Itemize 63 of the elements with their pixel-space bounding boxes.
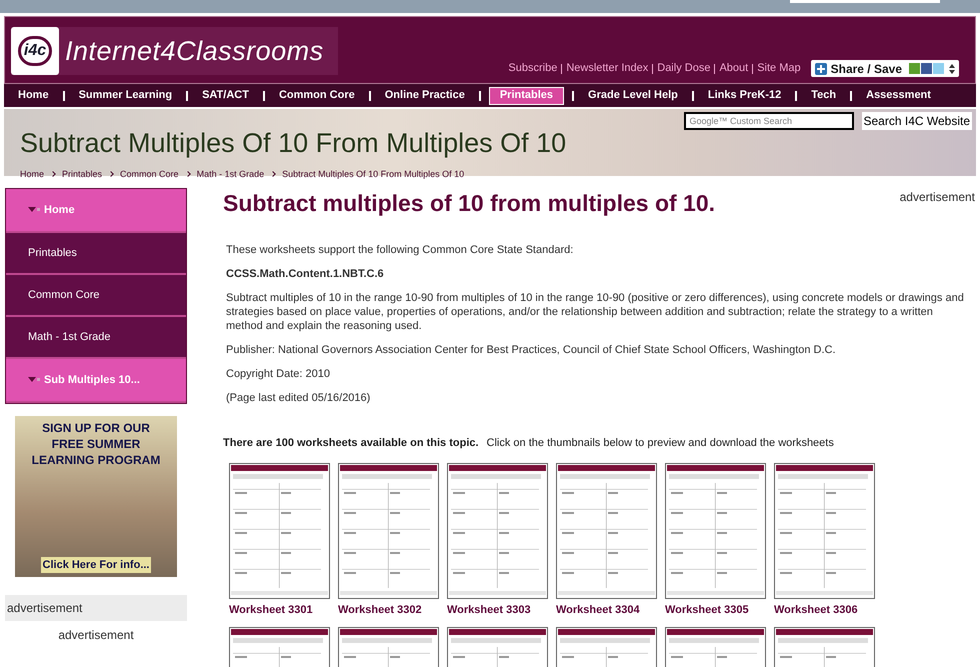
header-link[interactable]: About [719, 60, 748, 77]
promo-banner[interactable]: SIGN UP FOR OUR FREE SUMMER LEARNING PROGRAM Click Here For info... [15, 416, 177, 577]
nav-tab[interactable]: Tech [805, 87, 842, 104]
paragraph: (Page last edited 05/16/2016) [226, 390, 372, 404]
promo-heading: SIGN UP FOR OUR FREE SUMMER LEARNING PROGRAM [32, 420, 160, 468]
worksheet-thumbnail[interactable] [665, 463, 766, 599]
site-name[interactable]: Internet4Classrooms [65, 30, 324, 72]
breadcrumb-link[interactable]: Printables [62, 168, 102, 181]
nav-tab[interactable]: Online Practice [378, 87, 471, 104]
ad-label: advertisement [900, 189, 975, 206]
nav-tab[interactable]: Grade Level Help [582, 87, 684, 104]
chevron-icon [28, 377, 40, 383]
breadcrumb-link[interactable]: Common Core [120, 168, 179, 181]
worksheet-thumbnail[interactable] [338, 463, 439, 599]
sidebar-item[interactable]: Home [6, 189, 186, 233]
paragraph: Publisher: National Governors Association Center for Best Practices, Council of Chief State School Officers, Washington D.C. [226, 342, 837, 356]
sidebar-item[interactable]: Printables [6, 233, 186, 275]
nav-tab[interactable]: Home [12, 87, 55, 104]
social-icons [909, 62, 945, 74]
worksheet-link[interactable]: Worksheet 3301 [229, 602, 330, 618]
header-link[interactable]: Subscribe [508, 60, 558, 77]
nav-tab[interactable]: Summer Learning [72, 87, 178, 104]
share-button[interactable]: Share / Save [810, 60, 959, 77]
worksheet-link[interactable]: Worksheet 3302 [338, 602, 439, 618]
worksheet-link[interactable]: Worksheet 3306 [774, 602, 875, 618]
sidebar-item[interactable]: Common Core [6, 275, 186, 317]
page-heading: Subtract multiples of 10 from multiples of 10. [223, 190, 716, 216]
search-button[interactable]: Search I4C Website [862, 112, 972, 130]
promo-link: Click Here For info... [40, 556, 152, 573]
breadcrumb-current[interactable]: Subtract Multiples Of 10 From Multiples Of 10 [282, 168, 464, 181]
breadcrumb-link[interactable]: Math - 1st Grade [196, 168, 264, 181]
standard-code: CCSS.Math.Content.1.NBT.C.6 [226, 266, 385, 280]
ad-label: advertisement [58, 628, 134, 642]
nav-tab[interactable]: Links PreK-12 [702, 87, 788, 104]
paragraph: These worksheets support the following Common Core State Standard: [226, 242, 574, 256]
logo-icon[interactable]: i4c [11, 27, 59, 75]
paragraph: Copyright Date: 2010 [226, 366, 331, 380]
sidebar-item[interactable]: Sub Multiples 10... [6, 359, 186, 403]
header-link[interactable]: Daily Dose [657, 60, 710, 77]
worksheet-count: There are 100 worksheets available on this topic. [223, 436, 479, 450]
breadcrumb-link[interactable]: Home [20, 168, 44, 181]
page-title: Subtract Multiples Of 10 From Multiples Of 10 [20, 128, 566, 158]
worksheet-thumbnail[interactable] [774, 463, 875, 599]
worksheet-thumbnail[interactable] [447, 463, 548, 599]
nav-tab[interactable]: Common Core [272, 87, 361, 104]
nav-tab[interactable]: SAT/ACT [196, 87, 255, 104]
paragraph: Subtract multiples of 10 in the range 10-90 from multiples of 10 in the range 10-90 (positive or zero differences), using concrete models or drawings and strategies based on place value, properties of operations, and/or the relationship between addition and subtraction; relate the strategy to a written method and explain the reasoning used. [226, 290, 965, 332]
search-field[interactable]: Google™ Custom Search [684, 112, 854, 130]
ad-label: advertisement [7, 600, 82, 617]
chevron-icon [28, 207, 40, 213]
nav-tab[interactable]: Printables [488, 86, 564, 104]
worksheet-link[interactable]: Worksheet 3305 [665, 602, 766, 618]
worksheet-thumbnail[interactable] [229, 463, 330, 599]
nav-tab[interactable]: Assessment [860, 87, 937, 104]
worksheet-link[interactable]: Worksheet 3303 [447, 602, 548, 618]
instruction-text: Click on the thumbnails below to preview and download the worksheets [486, 436, 834, 450]
caret-icon [949, 64, 955, 74]
plus-icon [814, 62, 827, 74]
worksheet-link[interactable]: Worksheet 3304 [556, 602, 657, 618]
header-link[interactable]: Site Map [757, 60, 801, 77]
worksheet-thumbnail[interactable] [556, 463, 657, 599]
header-link[interactable]: Newsletter Index [566, 60, 648, 77]
sidebar-item[interactable]: Math - 1st Grade [6, 317, 186, 359]
